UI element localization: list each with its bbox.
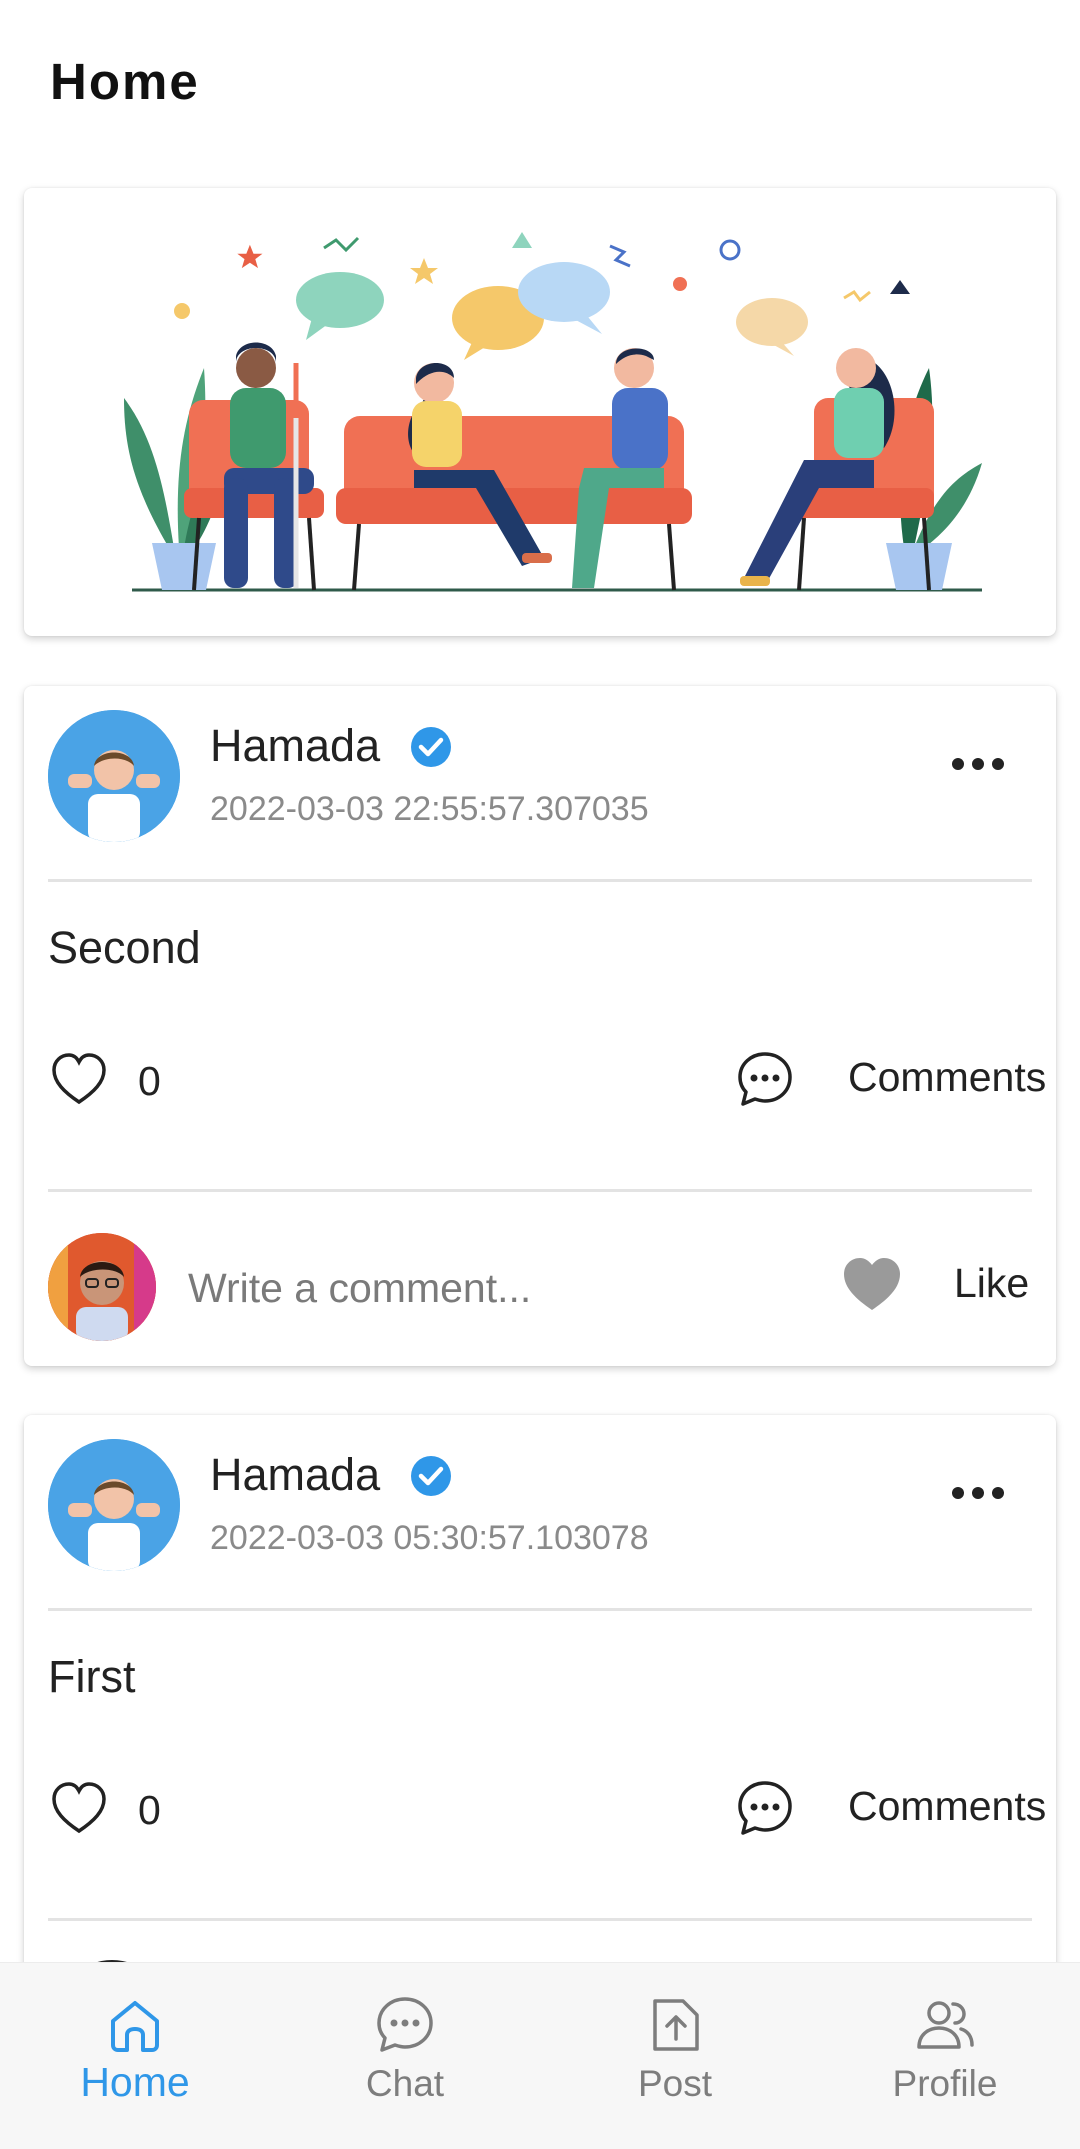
post-text: First	[48, 1651, 136, 1702]
app-bar: Home	[0, 0, 1080, 160]
post-text: Second	[48, 922, 201, 973]
nav-item-chat[interactable]: Chat	[270, 1963, 540, 2149]
like-count: 0	[138, 1787, 161, 1833]
like-count: 0	[138, 1058, 161, 1104]
comment-bubble-icon	[738, 1781, 792, 1835]
like-button[interactable]: Like	[842, 1246, 1042, 1326]
author-avatar[interactable]	[48, 1439, 180, 1571]
upload-file-icon	[653, 1999, 699, 2051]
nav-item-post[interactable]: Post	[540, 1963, 810, 2149]
home-icon	[111, 2001, 159, 2052]
comments-button[interactable]: Comments	[736, 1773, 1046, 1843]
page-title: Home	[50, 53, 200, 110]
divider	[48, 1608, 1032, 1611]
divider	[48, 879, 1032, 882]
divider	[48, 1189, 1032, 1192]
author-name[interactable]: Hamada	[210, 1449, 380, 1501]
author-avatar[interactable]	[48, 710, 180, 842]
users-icon	[917, 2001, 974, 2049]
verified-badge-icon	[411, 1456, 451, 1496]
post-timestamp: 2022-03-03 22:55:57.307035	[210, 790, 649, 828]
verified-badge-icon	[411, 727, 451, 767]
heart-outline-icon[interactable]	[50, 1050, 108, 1108]
post-timestamp: 2022-03-03 05:30:57.103078	[210, 1519, 649, 1557]
heart-filled-icon	[844, 1258, 900, 1310]
more-options-icon[interactable]	[948, 752, 1008, 776]
current-user-avatar[interactable]	[48, 1233, 156, 1341]
comments-label: Comments	[848, 1783, 1047, 1829]
nav-label-post: Post	[637, 2063, 713, 2104]
divider	[48, 1918, 1032, 1921]
comment-bubble-icon	[738, 1052, 792, 1106]
banner-card	[24, 188, 1056, 636]
post-card: Hamada 2022-03-03 22:55:57.307035 Second…	[24, 686, 1056, 1366]
author-name[interactable]: Hamada	[210, 720, 380, 772]
bottom-navigation: Home Chat Post Profile	[0, 1962, 1080, 2149]
nav-label-chat: Chat	[365, 2063, 445, 2104]
comment-input[interactable]	[186, 1256, 670, 1320]
banner-illustration	[124, 232, 982, 592]
heart-outline-icon[interactable]	[50, 1779, 108, 1837]
more-options-icon[interactable]	[948, 1481, 1008, 1505]
nav-item-profile[interactable]: Profile	[810, 1963, 1080, 2149]
post-card: Hamada 2022-03-03 05:30:57.103078 First …	[24, 1415, 1056, 2068]
nav-item-home[interactable]: Home	[0, 1963, 270, 2149]
nav-label-home: Home	[80, 2059, 190, 2105]
nav-label-profile: Profile	[892, 2063, 998, 2104]
comments-label: Comments	[848, 1054, 1047, 1100]
chat-icon	[377, 1997, 433, 2052]
like-label: Like	[954, 1260, 1030, 1306]
comments-button[interactable]: Comments	[736, 1044, 1046, 1114]
